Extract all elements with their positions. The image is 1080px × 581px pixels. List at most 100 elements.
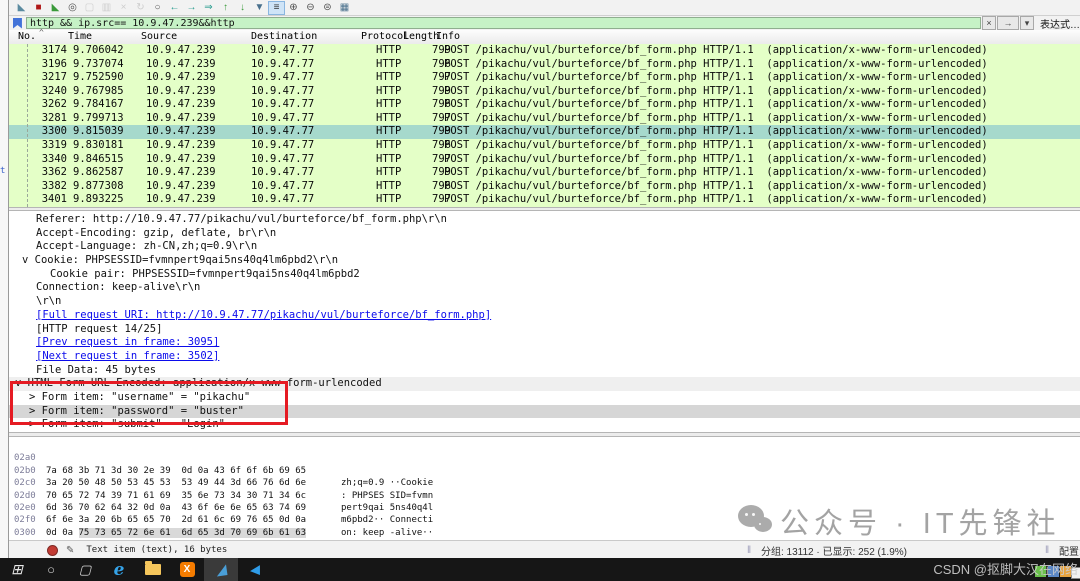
packet-time: 9.799713 — [73, 112, 124, 126]
detail-line[interactable]: > Form item: "username" = "pikachu" — [9, 391, 1080, 405]
detail-line[interactable]: [Prev request in frame: 3095] — [9, 336, 1080, 350]
packet-info: POST /pikachu/vul/burteforce/bf_form.php… — [444, 166, 988, 180]
detail-line[interactable]: v HTML Form URL Encoded: application/x-w… — [9, 377, 1080, 391]
auto-scroll-button[interactable]: ▼ — [251, 1, 268, 15]
packet-source: 10.9.47.239 — [146, 112, 216, 126]
detail-line[interactable]: Accept-Language: zh-CN,zh;q=0.9\r\n — [9, 240, 1080, 254]
tray-icon[interactable] — [1048, 566, 1059, 577]
toolbar-button-glyph: ⊕ — [289, 3, 297, 13]
tray-notification-icon[interactable] — [1071, 567, 1080, 579]
detail-line[interactable]: Referer: http://10.9.47.77/pikachu/vul/b… — [9, 213, 1080, 227]
hex-row[interactable]: 02b0 3a 20 50 48 50 53 45 53 53 49 44 3d… — [9, 452, 1080, 464]
detail-line[interactable]: [Full request URI: http://10.9.47.77/pik… — [9, 309, 1080, 323]
column-length[interactable]: Length — [403, 31, 439, 42]
profile-text[interactable]: 配置: — [1059, 543, 1080, 558]
stop-capture-button[interactable]: ■ — [30, 1, 47, 15]
column-time[interactable]: Time — [68, 31, 92, 42]
edge-icon[interactable]: e — [102, 558, 136, 581]
detail-line[interactable]: Connection: keep-alive\r\n — [9, 281, 1080, 295]
detail-line[interactable]: v Cookie: PHPSESSID=fvmnpert9qai5ns40q4l… — [9, 254, 1080, 268]
go-forward-button[interactable]: → — [183, 1, 200, 15]
detail-line[interactable]: Accept-Encoding: gzip, deflate, br\r\n — [9, 227, 1080, 241]
packet-row[interactable]: 3196 9.737074 10.9.47.239 10.9.47.77 HTT… — [9, 58, 1080, 72]
packet-row[interactable]: 3382 9.877308 10.9.47.239 10.9.47.77 HTT… — [9, 180, 1080, 194]
packet-time: 9.737074 — [73, 58, 124, 72]
colorize-button[interactable]: ≡ — [268, 1, 285, 15]
packet-row[interactable]: 3174 9.706042 10.9.47.239 10.9.47.77 HTT… — [9, 44, 1080, 58]
wireshark-icon[interactable]: ◢ — [204, 558, 238, 581]
packet-no: 3281 — [15, 112, 67, 126]
find-packet-button[interactable]: ○ — [149, 1, 166, 15]
packet-row[interactable]: 3281 9.799713 10.9.47.239 10.9.47.77 HTT… — [9, 112, 1080, 126]
filter-bookmark-icon[interactable] — [13, 18, 22, 29]
file-explorer-icon[interactable] — [136, 558, 170, 581]
capture-comment-icon[interactable]: ✎ — [66, 545, 74, 556]
packet-length: 799 — [397, 125, 451, 139]
search-button[interactable]: ○ — [34, 558, 68, 581]
hex-row[interactable]: 02c0 70 65 72 74 39 71 61 69 35 6e 73 34… — [9, 465, 1080, 477]
close-file-button[interactable]: × — [115, 1, 132, 15]
detail-line[interactable]: > Form item: "password" = "buster" — [9, 405, 1080, 419]
packet-row[interactable]: 3240 9.767985 10.9.47.239 10.9.47.77 HTT… — [9, 85, 1080, 99]
packet-source: 10.9.47.239 — [146, 153, 216, 167]
vscode-icon[interactable]: ◀ — [238, 558, 272, 581]
hex-row[interactable]: 0300 68 75 26 70 61 73 73 77 6f 72 64 3d… — [9, 514, 1080, 526]
go-to-packet-button[interactable]: ⇒ — [200, 1, 217, 15]
detail-line[interactable]: [Next request in frame: 3502] — [9, 350, 1080, 364]
packet-row[interactable]: 3217 9.752590 10.9.47.239 10.9.47.77 HTT… — [9, 71, 1080, 85]
detail-line[interactable]: [HTTP request 14/25] — [9, 323, 1080, 337]
column-source[interactable]: Source — [141, 31, 177, 42]
packet-row[interactable]: 3262 9.784167 10.9.47.239 10.9.47.77 HTT… — [9, 98, 1080, 112]
expert-info-icon[interactable] — [47, 545, 58, 556]
filter-apply-button[interactable]: → — [997, 16, 1019, 30]
task-view-button[interactable]: ▢ — [68, 558, 102, 581]
packet-source: 10.9.47.239 — [146, 98, 216, 112]
zoom-100-button[interactable]: ⊜ — [319, 1, 336, 15]
packet-row[interactable]: 3401 9.893225 10.9.47.239 10.9.47.77 HTT… — [9, 193, 1080, 207]
hex-row[interactable]: 0310 65 72 26 73 75 62 6d 69 74 3d 4c 6f… — [9, 527, 1080, 539]
hex-row[interactable]: 02d0 6d 36 70 62 64 32 0d 0a 43 6f 6e 6e… — [9, 477, 1080, 489]
xampp-icon[interactable]: X — [170, 558, 204, 581]
start-capture-button[interactable]: ◣ — [13, 1, 30, 15]
packet-row[interactable]: 3300 9.815039 10.9.47.239 10.9.47.77 HTT… — [9, 125, 1080, 139]
restart-capture-button[interactable]: ◣ — [47, 1, 64, 15]
detail-line[interactable]: Cookie pair: PHPSESSID=fvmnpert9qai5ns40… — [9, 268, 1080, 282]
packet-destination: 10.9.47.77 — [251, 85, 314, 99]
go-first-packet-button[interactable]: ↑ — [217, 1, 234, 15]
packet-row[interactable]: 3362 9.862587 10.9.47.239 10.9.47.77 HTT… — [9, 166, 1080, 180]
hex-row[interactable]: 02f0 0d 0a 75 73 65 72 6e 61 6d 65 3d 70… — [9, 502, 1080, 514]
status-separator: ‖ — [1045, 545, 1049, 556]
tray-icon[interactable] — [1060, 566, 1071, 577]
windows-taskbar: ⊞○▢e X◢◀ — [0, 558, 1080, 581]
column-info[interactable]: Info — [436, 31, 460, 42]
detail-line[interactable]: > Form item: "submit" = "Login" — [9, 418, 1080, 432]
go-last-packet-button[interactable]: ↓ — [234, 1, 251, 15]
column-no[interactable]: No. — [18, 31, 36, 42]
expression-button[interactable]: 表达式… — [1040, 16, 1080, 31]
packet-row[interactable]: 3319 9.830181 10.9.47.239 10.9.47.77 HTT… — [9, 139, 1080, 153]
capture-options-button[interactable]: ◎ — [64, 1, 81, 15]
filter-clear-button[interactable]: × — [982, 16, 996, 30]
detail-line[interactable]: \r\n — [9, 295, 1080, 309]
reload-file-button[interactable]: ↻ — [132, 1, 149, 15]
start-button[interactable]: ⊞ — [0, 558, 34, 581]
packet-source: 10.9.47.239 — [146, 139, 216, 153]
column-protocol[interactable]: Protocol — [361, 31, 409, 42]
hex-row[interactable]: 02e0 6f 6e 3a 20 6b 65 65 70 2d 61 6c 69… — [9, 490, 1080, 502]
packet-row[interactable]: 3340 9.846515 10.9.47.239 10.9.47.77 HTT… — [9, 153, 1080, 167]
column-destination[interactable]: Destination — [251, 31, 317, 42]
display-filter-input[interactable]: http && ip.src== 10.9.47.239&&http — [26, 17, 981, 29]
zoom-in-button[interactable]: ⊕ — [285, 1, 302, 15]
save-file-button[interactable]: ▥ — [98, 1, 115, 15]
detail-line[interactable]: File Data: 45 bytes — [9, 364, 1080, 378]
packet-destination: 10.9.47.77 — [251, 193, 314, 207]
open-file-button[interactable]: ▢ — [81, 1, 98, 15]
packet-info: POST /pikachu/vul/burteforce/bf_form.php… — [444, 112, 988, 126]
filter-dropdown-button[interactable]: ▾ — [1020, 16, 1034, 30]
go-back-button[interactable]: ← — [166, 1, 183, 15]
hex-row[interactable]: 02a0 7a 68 3b 71 3d 30 2e 39 0d 0a 43 6f… — [9, 440, 1080, 452]
packet-source: 10.9.47.239 — [146, 166, 216, 180]
resize-columns-button[interactable]: ▦ — [336, 1, 353, 15]
zoom-out-button[interactable]: ⊖ — [302, 1, 319, 15]
tray-icon[interactable] — [1035, 566, 1046, 577]
